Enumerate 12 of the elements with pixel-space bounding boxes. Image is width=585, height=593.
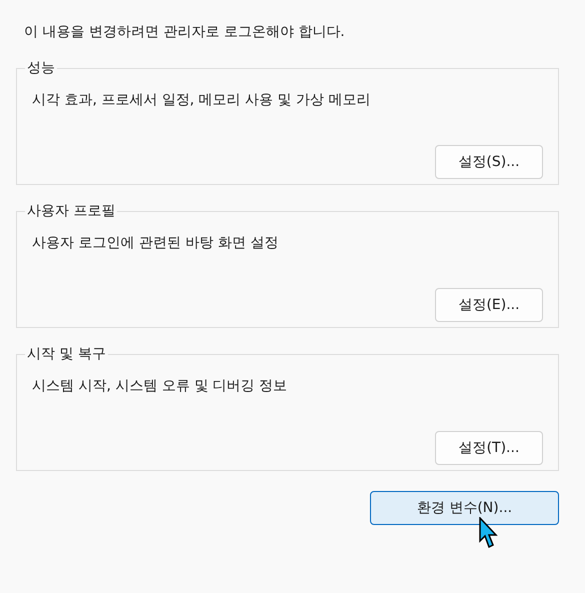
notice-text: 이 내용을 변경하려면 관리자로 로그온해야 합니다. [24, 23, 346, 42]
group-title: 사용자 프로필 [26, 202, 116, 221]
group-description: 시스템 시작, 시스템 오류 및 디버깅 정보 [32, 377, 288, 396]
group-title: 성능 [26, 59, 56, 78]
cursor-icon [479, 517, 499, 549]
settings-button[interactable]: 설정(T)... [435, 431, 543, 465]
settings-button[interactable]: 설정(S)... [435, 145, 543, 179]
group-description: 사용자 로그인에 관련된 바탕 화면 설정 [32, 234, 280, 253]
group-description: 시각 효과, 프로세서 일정, 메모리 사용 및 가상 메모리 [32, 91, 372, 110]
group-title: 시작 및 복구 [26, 345, 107, 364]
environment-variables-button[interactable]: 환경 변수(N)... [370, 491, 559, 525]
settings-button[interactable]: 설정(E)... [435, 288, 543, 322]
